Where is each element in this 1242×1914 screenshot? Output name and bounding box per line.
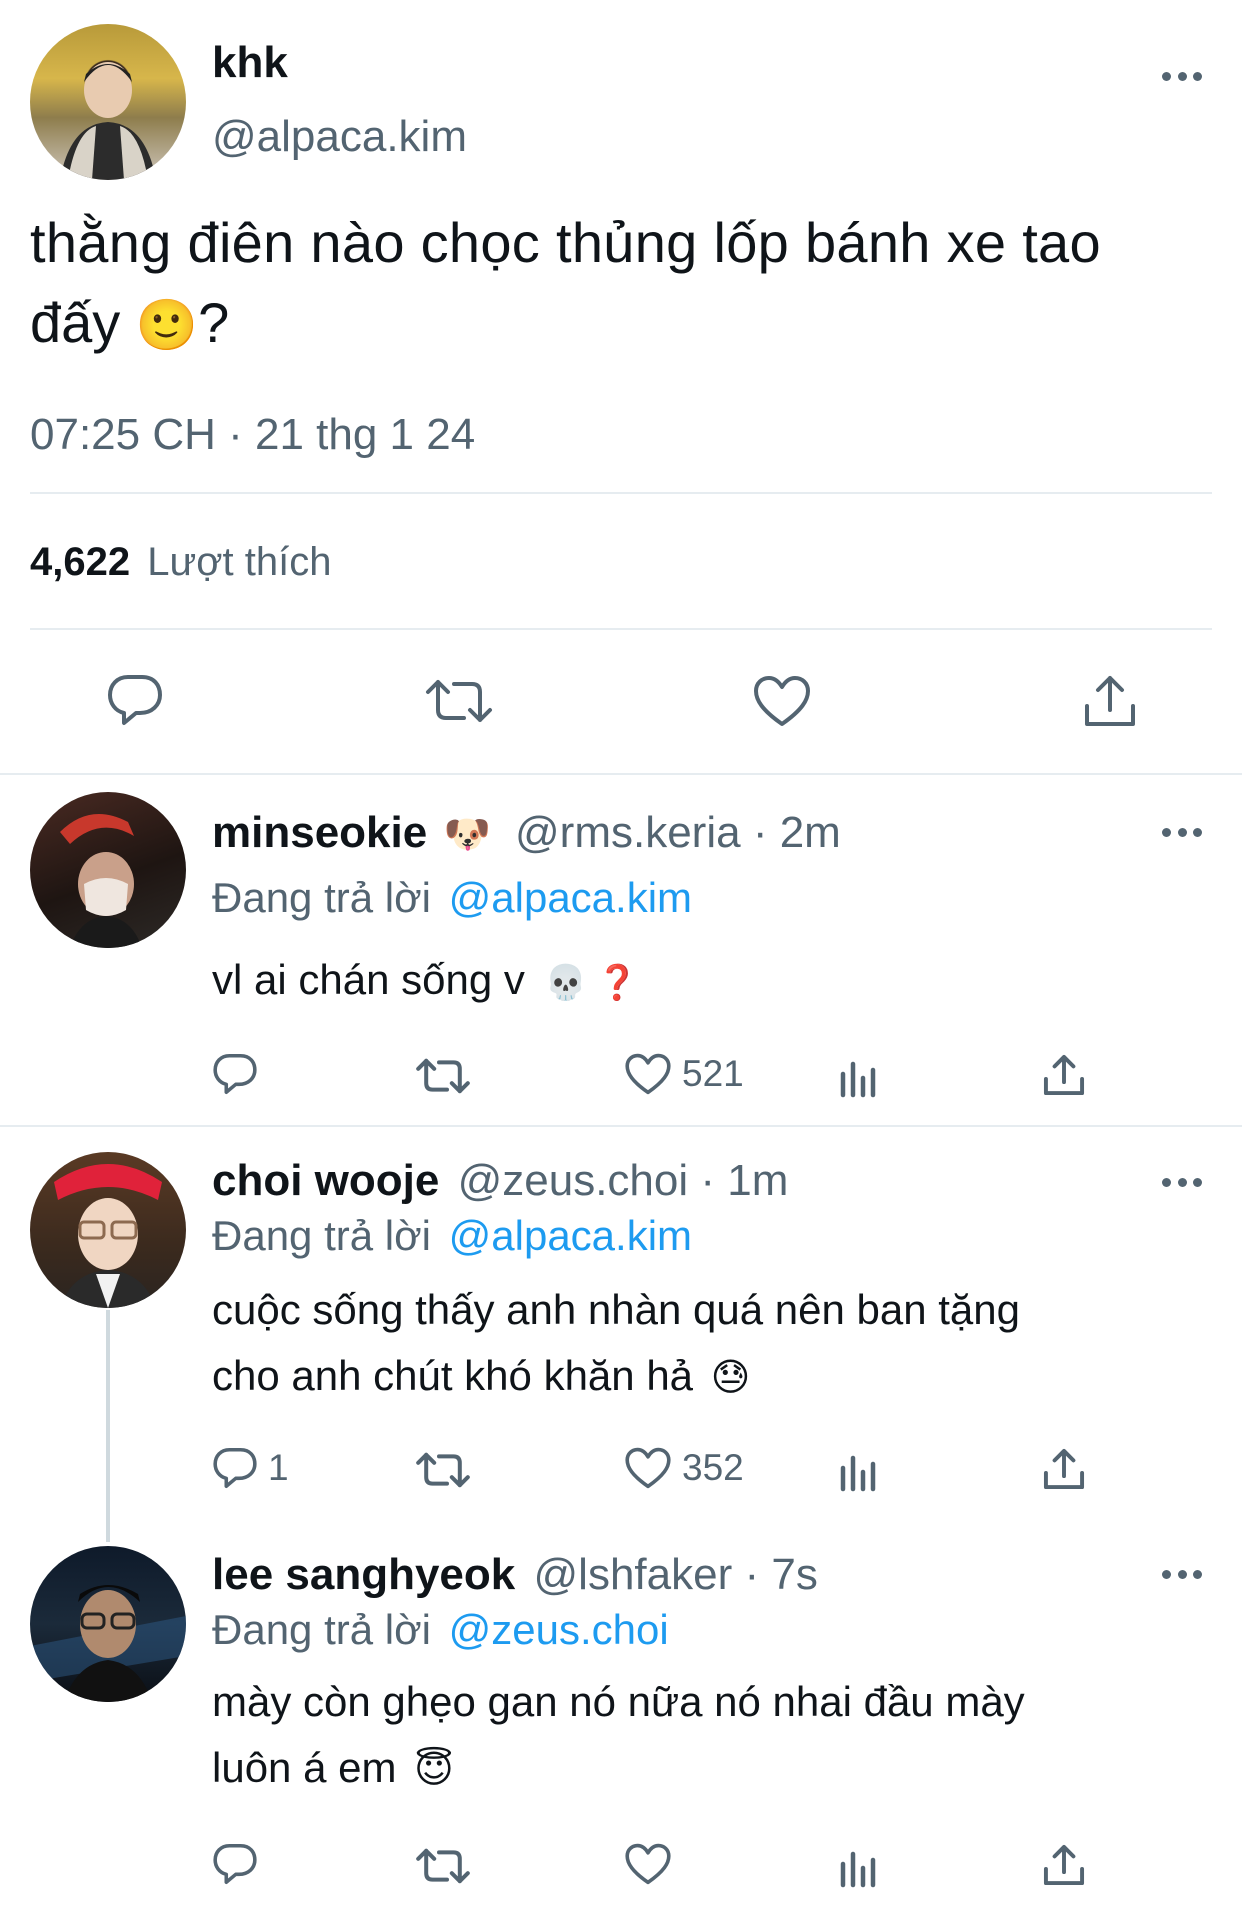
- likes-label: Lượt thích: [147, 540, 332, 584]
- analytics-icon[interactable]: [838, 1058, 878, 1098]
- reply-text-line: vl ai chán sống v: [212, 956, 525, 1003]
- reply-display-name[interactable]: choi wooje: [212, 1156, 439, 1205]
- replying-label: Đang trả lời: [212, 874, 431, 921]
- reply-avatar[interactable]: [30, 792, 186, 948]
- likes-count-row[interactable]: 4,622 Lượt thích: [30, 540, 331, 585]
- dog-face-emoji: 🐶: [443, 814, 491, 856]
- tweet-text-line-2: đấy 🙂?: [30, 290, 229, 355]
- retweet-icon[interactable]: [415, 1846, 471, 1886]
- divider: [0, 1125, 1242, 1127]
- divider: [30, 628, 1212, 630]
- divider: [30, 492, 1212, 494]
- reply-text-line: mày còn ghẹo gan nó nữa nó nhai đầu mày: [212, 1678, 1025, 1725]
- divider: [0, 773, 1242, 775]
- halo-emoji: 😇: [414, 1749, 454, 1791]
- thread-connector-line: [106, 1310, 110, 1542]
- tweet-timestamp[interactable]: 07:25 CH · 21 thg 1 24: [30, 410, 475, 460]
- tweet-text-line-1: thằng điên nào chọc thủng lốp bánh xe ta…: [30, 211, 1101, 274]
- replying-to-handle[interactable]: @zeus.choi: [449, 1606, 669, 1653]
- retweet-icon[interactable]: [424, 676, 494, 726]
- more-options-icon[interactable]: [1162, 1176, 1202, 1188]
- slightly-smiling-emoji: 🙂: [135, 297, 199, 353]
- reply-display-name[interactable]: lee sanghyeok: [212, 1550, 515, 1599]
- reply-avatar[interactable]: [30, 1546, 186, 1702]
- share-icon[interactable]: [1042, 1052, 1086, 1098]
- tweet-text-suffix: ?: [198, 291, 230, 354]
- reply-time[interactable]: · 1m: [700, 1156, 788, 1205]
- reply-avatar[interactable]: [30, 1152, 186, 1308]
- share-icon[interactable]: [1082, 672, 1138, 730]
- reply-text-words: cho anh chút khó khăn hả: [212, 1352, 694, 1399]
- author-handle[interactable]: @alpaca.kim: [212, 112, 467, 162]
- reply-icon[interactable]: [106, 673, 164, 727]
- retweet-icon[interactable]: [415, 1450, 471, 1490]
- reply-icon[interactable]: [212, 1052, 258, 1096]
- like-icon[interactable]: [624, 1842, 672, 1886]
- reply-icon[interactable]: [212, 1446, 258, 1490]
- replying-to-line: Đang trả lời @alpaca.kim: [212, 874, 692, 922]
- like-count: 521: [682, 1053, 744, 1094]
- likes-count: 4,622: [30, 540, 131, 584]
- tweet-text-word: đấy: [30, 291, 121, 354]
- more-options-icon[interactable]: [1162, 70, 1202, 82]
- like-count: 352: [682, 1447, 744, 1488]
- replying-to-line: Đang trả lời @zeus.choi: [212, 1606, 669, 1654]
- tweet-thread-screen: khk @alpaca.kim thằng điên nào chọc thủn…: [0, 0, 1242, 1914]
- reply-header: lee sanghyeok @lshfaker · 7s: [212, 1550, 818, 1600]
- more-options-icon[interactable]: [1162, 1568, 1202, 1580]
- retweet-icon[interactable]: [415, 1056, 471, 1096]
- reply-time[interactable]: · 7s: [744, 1550, 817, 1599]
- analytics-icon[interactable]: [838, 1848, 878, 1888]
- author-display-name[interactable]: khk: [212, 38, 288, 88]
- reply-handle[interactable]: @rms.keria: [515, 808, 741, 857]
- like-stat[interactable]: 352: [624, 1446, 744, 1490]
- like-stat[interactable]: 521: [624, 1052, 744, 1096]
- analytics-icon[interactable]: [838, 1452, 878, 1492]
- replying-label: Đang trả lời: [212, 1606, 431, 1653]
- reply-handle[interactable]: @zeus.choi: [458, 1156, 689, 1205]
- share-icon[interactable]: [1042, 1842, 1086, 1888]
- like-icon[interactable]: [624, 1446, 672, 1490]
- reply-icon[interactable]: [212, 1842, 258, 1886]
- reply-text-line: cuộc sống thấy anh nhàn quá nên ban tặng: [212, 1286, 1021, 1333]
- replying-to-handle[interactable]: @alpaca.kim: [449, 874, 692, 921]
- reply-text-words: luôn á em: [212, 1744, 397, 1791]
- reply-stat[interactable]: 1: [212, 1446, 289, 1490]
- reply-count: 1: [268, 1447, 289, 1488]
- replying-to-line: Đang trả lời @alpaca.kim: [212, 1212, 692, 1260]
- share-icon[interactable]: [1042, 1446, 1086, 1492]
- reply-header: minseokie 🐶 @rms.keria · 2m: [212, 808, 841, 858]
- reply-text-line: luôn á em 😇: [212, 1744, 454, 1792]
- more-options-icon[interactable]: [1162, 826, 1202, 838]
- author-avatar[interactable]: [30, 24, 186, 180]
- replying-label: Đang trả lời: [212, 1212, 431, 1259]
- like-icon[interactable]: [752, 674, 812, 728]
- reply-text: vl ai chán sống v 💀 ❓: [212, 956, 639, 1004]
- reply-header: choi wooje @zeus.choi · 1m: [212, 1156, 788, 1206]
- like-icon[interactable]: [624, 1052, 672, 1096]
- reply-handle[interactable]: @lshfaker: [534, 1550, 733, 1599]
- skull-question-emoji: 💀 ❓: [544, 964, 639, 1002]
- reply-display-name[interactable]: minseokie: [212, 808, 427, 857]
- sweat-emoji: 😓: [710, 1357, 751, 1399]
- reply-time[interactable]: · 2m: [753, 808, 841, 857]
- replying-to-handle[interactable]: @alpaca.kim: [449, 1212, 692, 1259]
- reply-text-line: cho anh chút khó khăn hả 😓: [212, 1352, 750, 1400]
